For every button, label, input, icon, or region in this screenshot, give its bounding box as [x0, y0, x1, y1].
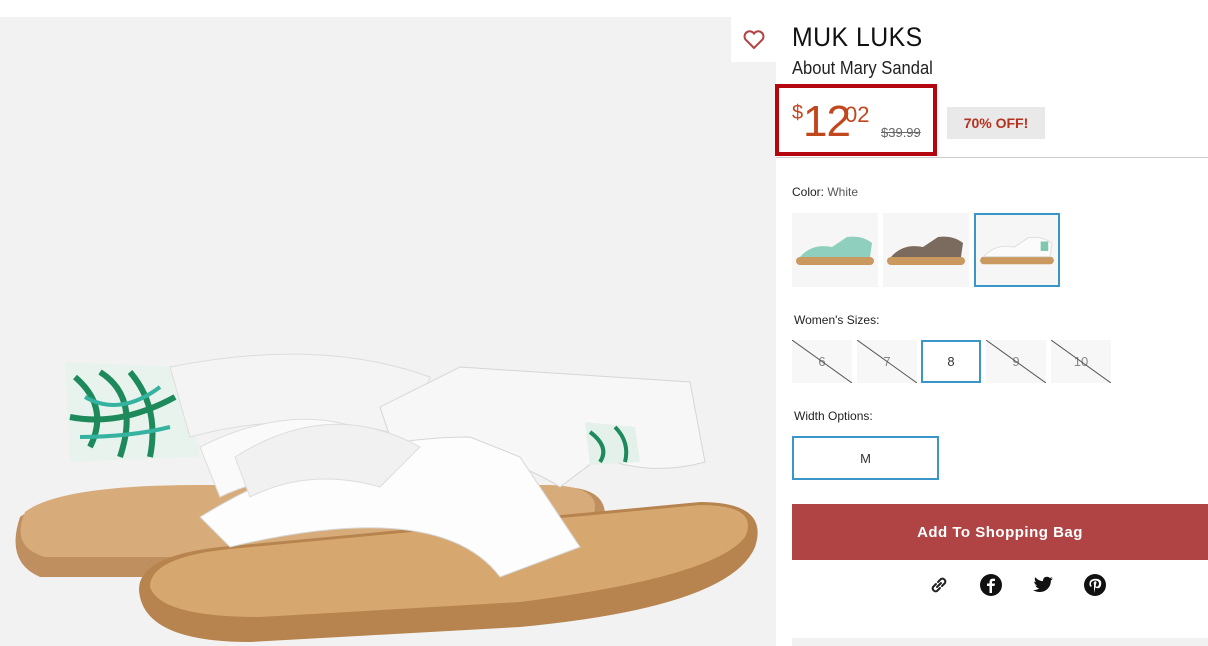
sizes-label: Women's Sizes:: [794, 313, 880, 327]
size-option-9[interactable]: 9: [986, 340, 1046, 383]
divider: [776, 157, 1208, 158]
sandal-image: [15, 353, 758, 642]
width-option-m[interactable]: M: [792, 436, 939, 480]
add-to-bag-button[interactable]: Add To Shopping Bag: [792, 504, 1208, 560]
color-swatch-brown[interactable]: [883, 213, 969, 287]
color-label: Color: White: [792, 185, 859, 199]
discount-badge: 70% OFF!: [947, 107, 1045, 139]
bottom-panel: [792, 638, 1208, 646]
color-swatch-mint[interactable]: [792, 213, 878, 287]
pinterest-icon[interactable]: [1083, 573, 1107, 597]
size-option-6[interactable]: 6: [792, 340, 852, 383]
product-image[interactable]: [0, 17, 776, 646]
width-label: Width Options:: [794, 409, 873, 423]
facebook-icon[interactable]: [979, 573, 1003, 597]
color-value: White: [827, 185, 859, 199]
color-swatch-white[interactable]: [974, 213, 1060, 287]
original-price: $39.99: [881, 125, 921, 140]
size-option-7[interactable]: 7: [857, 340, 917, 383]
product-name: About Mary Sandal: [792, 58, 933, 78]
price-currency: $: [792, 102, 804, 124]
wishlist-heart-icon[interactable]: [731, 17, 776, 62]
price-dollars: 12: [803, 97, 851, 146]
price-cents: 02: [845, 102, 870, 127]
twitter-icon[interactable]: [1031, 573, 1055, 597]
size-option-8[interactable]: 8: [921, 340, 981, 383]
link-icon[interactable]: [927, 573, 951, 597]
size-option-10[interactable]: 10: [1051, 340, 1111, 383]
brand-name[interactable]: MUK LUKS: [792, 22, 923, 53]
